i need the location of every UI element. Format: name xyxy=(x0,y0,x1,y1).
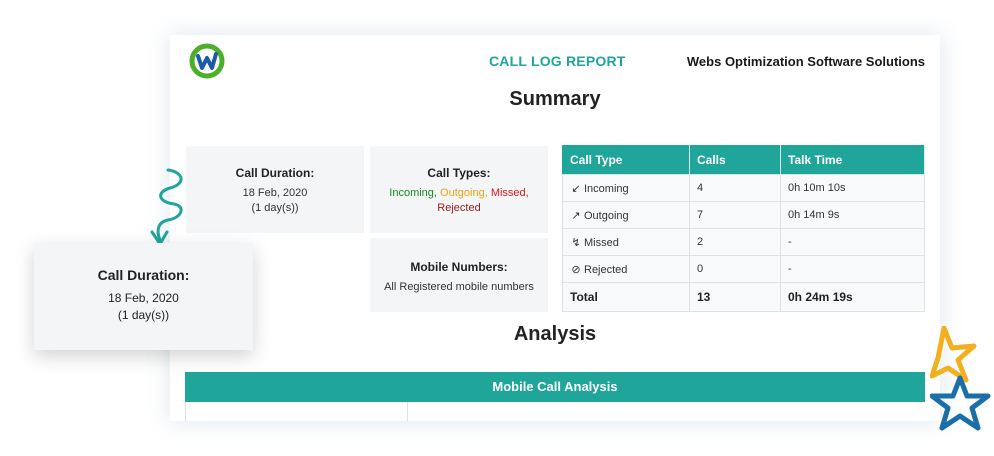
type-missed: Missed, xyxy=(490,187,529,199)
type-rejected: Rejected xyxy=(437,202,481,214)
row-missed-label: Missed xyxy=(584,236,619,249)
callout-heading: Call Duration: xyxy=(97,267,190,283)
row-outgoing-calls: 7 xyxy=(689,201,781,229)
col-calls: Calls xyxy=(689,145,781,175)
rejected-call-icon: ⊘ xyxy=(571,263,581,276)
row-incoming-calls: 4 xyxy=(689,174,781,202)
type-incoming: Incoming, xyxy=(389,187,437,199)
call-types-card: Call Types: Incoming, Outgoing, Missed, … xyxy=(370,146,548,233)
analysis-divider xyxy=(407,402,408,421)
row-missed-calls: 2 xyxy=(689,228,781,256)
report-title: CALL LOG REPORT xyxy=(489,53,626,69)
mobile-call-analysis-header: Mobile Call Analysis xyxy=(185,372,925,402)
table-row: ↗ Outgoing 7 0h 14m 9s xyxy=(562,201,925,229)
row-incoming-talk: 0h 10m 10s xyxy=(780,174,925,202)
table-row: ↙ Incoming 4 0h 10m 10s xyxy=(562,174,925,202)
table-total-row: Total 13 0h 24m 19s xyxy=(562,282,925,312)
company-logo-icon xyxy=(189,43,225,79)
row-missed-type: ↯ Missed xyxy=(562,228,690,256)
analysis-table-row xyxy=(185,402,926,421)
row-rejected-talk: - xyxy=(780,255,925,283)
call-duration-heading: Call Duration: xyxy=(235,166,315,180)
call-type-table: Call Type Calls Talk Time ↙ Incoming 4 0h… xyxy=(562,145,925,312)
outgoing-arrow-icon: ↗ xyxy=(571,209,581,222)
total-talk: 0h 24m 19s xyxy=(780,282,925,312)
mobile-numbers-value: All Registered mobile numbers xyxy=(384,281,534,293)
row-incoming-label: Incoming xyxy=(584,182,629,195)
call-duration-card: Call Duration: 18 Feb, 2020 (1 day(s)) xyxy=(186,146,364,233)
total-calls: 13 xyxy=(689,282,781,312)
squiggle-arrow-icon xyxy=(150,168,183,246)
summary-heading: Summary xyxy=(509,88,601,110)
row-incoming-type: ↙ Incoming xyxy=(562,174,690,202)
call-duration-days: (1 day(s)) xyxy=(251,202,299,214)
row-outgoing-label: Outgoing xyxy=(584,209,629,222)
report-page: CALL LOG REPORT Webs Optimization Softwa… xyxy=(170,35,940,421)
company-name: Webs Optimization Software Solutions xyxy=(686,54,925,69)
col-talk-time: Talk Time xyxy=(780,145,925,175)
mobile-numbers-heading: Mobile Numbers: xyxy=(410,260,508,274)
callout-date: 18 Feb, 2020 xyxy=(108,291,179,305)
col-call-type: Call Type xyxy=(562,145,690,175)
table-header-row: Call Type Calls Talk Time xyxy=(562,145,925,175)
call-duration-callout: Call Duration: 18 Feb, 2020 (1 day(s)) xyxy=(34,243,253,350)
call-types-heading: Call Types: xyxy=(427,166,491,180)
stars-decoration-icon xyxy=(930,326,991,431)
row-rejected-label: Rejected xyxy=(584,263,628,276)
type-outgoing: Outgoing, xyxy=(440,187,488,199)
row-outgoing-talk: 0h 14m 9s xyxy=(780,201,925,229)
analysis-heading: Analysis xyxy=(513,323,597,345)
incoming-arrow-icon: ↙ xyxy=(571,182,581,195)
missed-call-icon: ↯ xyxy=(571,236,581,249)
total-label: Total xyxy=(562,282,690,312)
row-missed-talk: - xyxy=(780,228,925,256)
table-row: ⊘ Rejected 0 - xyxy=(562,255,925,283)
row-outgoing-type: ↗ Outgoing xyxy=(562,201,690,229)
table-row: ↯ Missed 2 - xyxy=(562,228,925,256)
row-rejected-calls: 0 xyxy=(689,255,781,283)
callout-days: (1 day(s)) xyxy=(117,308,170,322)
call-types-list: Incoming, Outgoing, Missed, Rejected xyxy=(370,186,548,216)
mobile-numbers-card: Mobile Numbers: All Registered mobile nu… xyxy=(370,238,548,312)
call-duration-date: 18 Feb, 2020 xyxy=(242,187,308,199)
row-rejected-type: ⊘ Rejected xyxy=(562,255,690,283)
